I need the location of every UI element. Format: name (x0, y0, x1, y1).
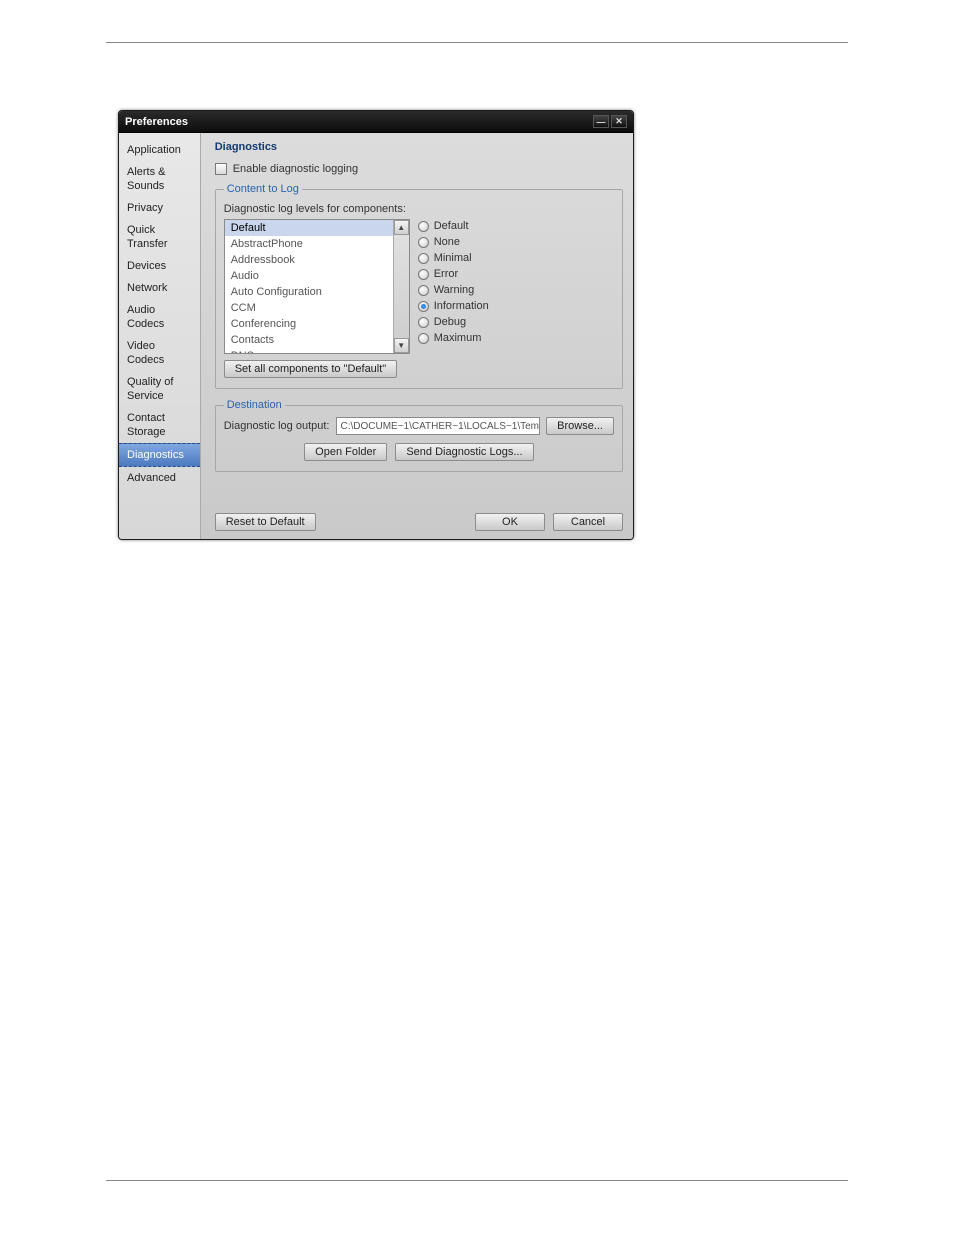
level-radio-maximum[interactable]: Maximum (418, 332, 489, 344)
level-label: Default (434, 220, 469, 232)
components-listbox[interactable]: Default AbstractPhone Addressbook Audio … (224, 219, 410, 354)
content-to-log-legend: Content to Log (224, 183, 302, 195)
window-title: Preferences (125, 116, 591, 128)
sidebar: Application Alerts & Sounds Privacy Quic… (119, 133, 201, 539)
sidebar-item-audio-codecs[interactable]: Audio Codecs (119, 299, 200, 335)
radio-icon (418, 253, 429, 264)
component-item-auto-configuration[interactable]: Auto Configuration (225, 284, 393, 300)
open-folder-button[interactable]: Open Folder (304, 443, 387, 461)
level-label: Warning (434, 284, 475, 296)
send-logs-button[interactable]: Send Diagnostic Logs... (395, 443, 533, 461)
page-footer-rule (106, 1180, 848, 1181)
components-label: Diagnostic log levels for components: (224, 203, 614, 215)
reset-button[interactable]: Reset to Default (215, 513, 316, 531)
component-item-abstractphone[interactable]: AbstractPhone (225, 236, 393, 252)
level-label: Maximum (434, 332, 482, 344)
enable-logging-label: Enable diagnostic logging (233, 163, 358, 175)
panel-heading: Diagnostics (215, 141, 623, 153)
level-radio-debug[interactable]: Debug (418, 316, 489, 328)
component-item-dns[interactable]: DNS (225, 348, 393, 353)
close-button[interactable]: ✕ (611, 115, 627, 128)
level-label: Information (434, 300, 489, 312)
content-to-log-group: Content to Log Diagnostic log levels for… (215, 183, 623, 389)
level-label: Debug (434, 316, 466, 328)
components-scrollbar[interactable]: ▲ ▼ (393, 220, 409, 353)
level-radio-default[interactable]: Default (418, 220, 489, 232)
scroll-down-icon[interactable]: ▼ (394, 338, 409, 353)
level-radio-error[interactable]: Error (418, 268, 489, 280)
scroll-track[interactable] (394, 235, 409, 338)
sidebar-item-application[interactable]: Application (119, 139, 200, 161)
radio-icon (418, 301, 429, 312)
sidebar-item-quality-of-service[interactable]: Quality of Service (119, 371, 200, 407)
set-all-default-button[interactable]: Set all components to "Default" (224, 360, 398, 378)
radio-icon (418, 285, 429, 296)
sidebar-item-quick-transfer[interactable]: Quick Transfer (119, 219, 200, 255)
component-item-contacts[interactable]: Contacts (225, 332, 393, 348)
component-item-conferencing[interactable]: Conferencing (225, 316, 393, 332)
log-level-radio-group: Default None Minimal Error Warning Infor… (418, 219, 489, 354)
radio-icon (418, 317, 429, 328)
output-path-field[interactable]: C:\DOCUME~1\CATHER~1\LOCALS~1\Temp\Count… (336, 417, 541, 435)
enable-logging-checkbox[interactable] (215, 163, 227, 175)
radio-icon (418, 269, 429, 280)
level-radio-minimal[interactable]: Minimal (418, 252, 489, 264)
sidebar-item-privacy[interactable]: Privacy (119, 197, 200, 219)
level-label: None (434, 236, 460, 248)
sidebar-item-network[interactable]: Network (119, 277, 200, 299)
browse-button[interactable]: Browse... (546, 417, 614, 435)
component-item-addressbook[interactable]: Addressbook (225, 252, 393, 268)
radio-icon (418, 237, 429, 248)
output-path-label: Diagnostic log output: (224, 420, 330, 432)
dialog-footer: Reset to Default OK Cancel (215, 485, 623, 531)
scroll-up-icon[interactable]: ▲ (394, 220, 409, 235)
component-item-audio[interactable]: Audio (225, 268, 393, 284)
level-radio-warning[interactable]: Warning (418, 284, 489, 296)
level-radio-none[interactable]: None (418, 236, 489, 248)
level-radio-information[interactable]: Information (418, 300, 489, 312)
destination-group: Destination Diagnostic log output: C:\DO… (215, 399, 623, 472)
sidebar-item-contact-storage[interactable]: Contact Storage (119, 407, 200, 443)
level-label: Minimal (434, 252, 472, 264)
ok-button[interactable]: OK (475, 513, 545, 531)
destination-legend: Destination (224, 399, 285, 411)
sidebar-item-video-codecs[interactable]: Video Codecs (119, 335, 200, 371)
sidebar-item-diagnostics[interactable]: Diagnostics (119, 443, 200, 467)
cancel-button[interactable]: Cancel (553, 513, 623, 531)
sidebar-item-advanced[interactable]: Advanced (119, 467, 200, 489)
component-item-ccm[interactable]: CCM (225, 300, 393, 316)
preferences-dialog: Preferences — ✕ Application Alerts & Sou… (118, 110, 634, 540)
level-label: Error (434, 268, 458, 280)
sidebar-item-alerts-sounds[interactable]: Alerts & Sounds (119, 161, 200, 197)
component-item-default[interactable]: Default (225, 220, 393, 236)
main-panel: Diagnostics Enable diagnostic logging Co… (201, 133, 633, 539)
page-header-rule (106, 42, 848, 43)
sidebar-item-devices[interactable]: Devices (119, 255, 200, 277)
radio-icon (418, 221, 429, 232)
radio-icon (418, 333, 429, 344)
minimize-button[interactable]: — (593, 115, 609, 128)
titlebar[interactable]: Preferences — ✕ (119, 111, 633, 133)
